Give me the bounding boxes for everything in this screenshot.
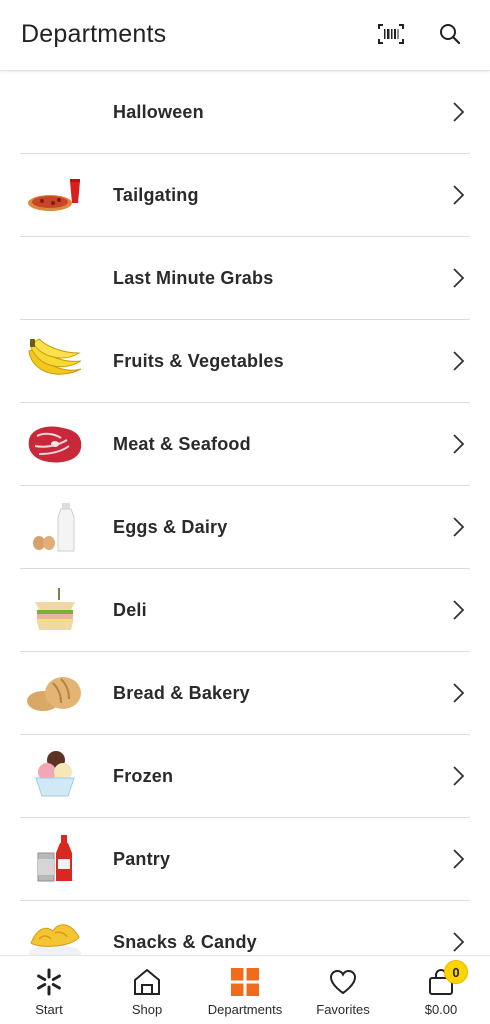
- search-button[interactable]: [435, 19, 465, 49]
- barcode-scanner-button[interactable]: [376, 19, 406, 49]
- nav-label: Departments: [207, 1002, 283, 1017]
- nav-item-shop[interactable]: Shop: [98, 956, 196, 1024]
- chevron-right-icon: [453, 932, 465, 952]
- department-row-pantry[interactable]: Pantry: [20, 818, 470, 901]
- app-header: Departments: [0, 0, 490, 71]
- milk-eggs-icon: [24, 498, 86, 556]
- chevron-right-icon: [453, 102, 465, 122]
- departments-list: Halloween Tailgating Last Minute Grabs F…: [0, 71, 490, 955]
- chevron-right-icon: [453, 268, 465, 288]
- chevron-right-icon: [453, 517, 465, 537]
- department-label: Frozen: [113, 765, 174, 786]
- department-label: Deli: [113, 599, 147, 620]
- chevron-right-icon: [453, 434, 465, 454]
- department-label: Halloween: [113, 101, 204, 122]
- cart-total-label: $0.00: [424, 1002, 458, 1017]
- chevron-right-icon: [453, 683, 465, 703]
- ice-cream-icon: [24, 747, 86, 805]
- department-label: Pantry: [113, 848, 171, 869]
- department-row-deli[interactable]: Deli: [20, 569, 470, 652]
- heart-icon: [326, 965, 360, 999]
- department-thumbnail-empty: [24, 249, 86, 307]
- spark-icon: [32, 965, 66, 999]
- department-row-meat-seafood[interactable]: Meat & Seafood: [20, 403, 470, 486]
- barcode-scanner-icon: [378, 24, 404, 44]
- meat-icon: [24, 415, 86, 473]
- department-label: Bread & Bakery: [113, 682, 250, 703]
- chevron-right-icon: [453, 351, 465, 371]
- department-thumbnail-empty: [24, 83, 86, 141]
- department-label: Last Minute Grabs: [113, 267, 274, 288]
- department-label: Fruits & Vegetables: [113, 350, 284, 371]
- department-label: Snacks & Candy: [113, 931, 257, 952]
- chevron-right-icon: [453, 185, 465, 205]
- department-row-eggs-dairy[interactable]: Eggs & Dairy: [20, 486, 470, 569]
- department-label: Meat & Seafood: [113, 433, 251, 454]
- page-title: Departments: [21, 20, 167, 48]
- ketchup-can-icon: [24, 830, 86, 888]
- nav-label: Favorites: [316, 1002, 370, 1017]
- banana-icon: [24, 332, 86, 390]
- department-row-halloween[interactable]: Halloween: [20, 71, 470, 154]
- department-row-frozen[interactable]: Frozen: [20, 735, 470, 818]
- chevron-right-icon: [453, 600, 465, 620]
- sandwich-icon: [24, 581, 86, 639]
- nav-item-departments[interactable]: Departments: [196, 956, 294, 1024]
- department-row-fruits-vegetables[interactable]: Fruits & Vegetables: [20, 320, 470, 403]
- nav-label: Shop: [131, 1002, 163, 1017]
- chevron-right-icon: [453, 849, 465, 869]
- department-row-tailgating[interactable]: Tailgating: [20, 154, 470, 237]
- pizza-icon: [24, 166, 86, 224]
- cart-count-badge: 0: [444, 960, 468, 984]
- department-row-bread-bakery[interactable]: Bread & Bakery: [20, 652, 470, 735]
- department-label: Tailgating: [113, 184, 199, 205]
- department-label: Eggs & Dairy: [113, 516, 228, 537]
- nav-item-start[interactable]: Start: [0, 956, 98, 1024]
- search-icon: [440, 24, 461, 45]
- store-icon: [130, 965, 164, 999]
- bread-icon: [24, 664, 86, 722]
- nav-item-cart[interactable]: 0 $0.00: [392, 956, 490, 1024]
- chevron-right-icon: [453, 766, 465, 786]
- chips-icon: [24, 913, 86, 955]
- department-row-snacks-candy[interactable]: Snacks & Candy: [20, 901, 470, 955]
- nav-label: Start: [35, 1002, 63, 1017]
- nav-item-favorites[interactable]: Favorites: [294, 956, 392, 1024]
- department-row-last-minute-grabs[interactable]: Last Minute Grabs: [20, 237, 470, 320]
- bottom-navigation: Start Shop Departments Favorites 0 $0.00: [0, 955, 490, 1024]
- grid-icon: [228, 965, 262, 999]
